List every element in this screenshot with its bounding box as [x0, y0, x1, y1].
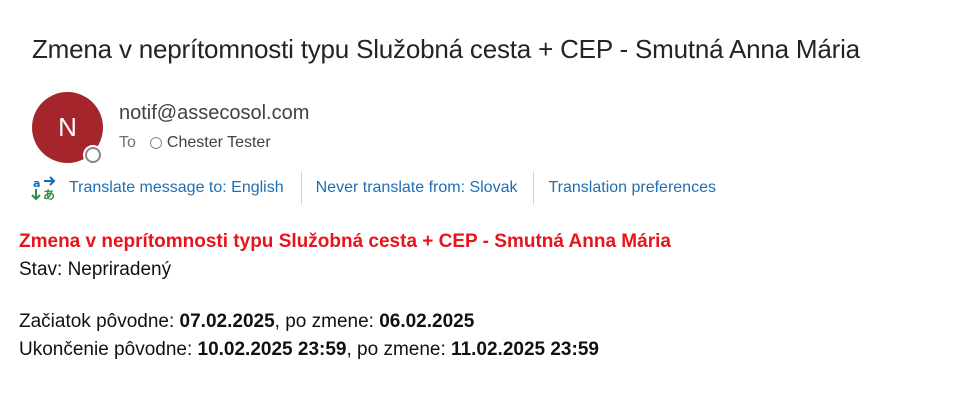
presence-status-icon [83, 145, 103, 165]
recipient-row: To Chester Tester [119, 134, 271, 152]
start-original-date: 07.02.2025 [179, 311, 275, 332]
end-date-line: Ukončenie pôvodne: 10.02.2025 23:59, po … [19, 336, 671, 364]
divider [533, 171, 535, 205]
end-change-label: , po zmene: [346, 339, 452, 360]
avatar-initial: N [58, 112, 77, 142]
end-original-date: 10.02.2025 23:59 [197, 339, 347, 360]
translate-icon: a あ [31, 176, 56, 201]
message-subject: Zmena v neprítomnosti typu Služobná cest… [32, 34, 860, 64]
end-changed-date: 11.02.2025 23:59 [451, 339, 599, 360]
recipient-presence-icon [149, 137, 162, 149]
status-line: Stav: Nepriradený [19, 259, 172, 280]
start-date-line: Začiatok pôvodne: 07.02.2025, po zmene: … [19, 308, 671, 336]
start-change-label: , po zmene: [274, 311, 380, 332]
svg-text:a: a [33, 177, 40, 190]
to-label: To [119, 134, 136, 151]
translation-bar: a あ Translate message to: English Never … [30, 170, 716, 206]
divider [300, 171, 302, 205]
start-changed-date: 06.02.2025 [379, 311, 475, 332]
svg-text:あ: あ [43, 188, 55, 201]
never-translate-link[interactable]: Never translate from: Slovak [316, 179, 518, 197]
sender-address[interactable]: notif@assecosol.com [119, 102, 309, 125]
translate-message-link[interactable]: Translate message to: English [69, 179, 284, 197]
message-body: Zmena v neprítomnosti typu Služobná cest… [19, 228, 671, 364]
presence-ring [85, 147, 101, 163]
translation-preferences-link[interactable]: Translation preferences [548, 179, 716, 197]
body-headline: Zmena v neprítomnosti typu Služobná cest… [19, 231, 671, 252]
recipient-name[interactable]: Chester Tester [167, 134, 271, 152]
end-label: Ukončenie pôvodne: [19, 339, 198, 360]
start-label: Začiatok pôvodne: [19, 311, 180, 332]
